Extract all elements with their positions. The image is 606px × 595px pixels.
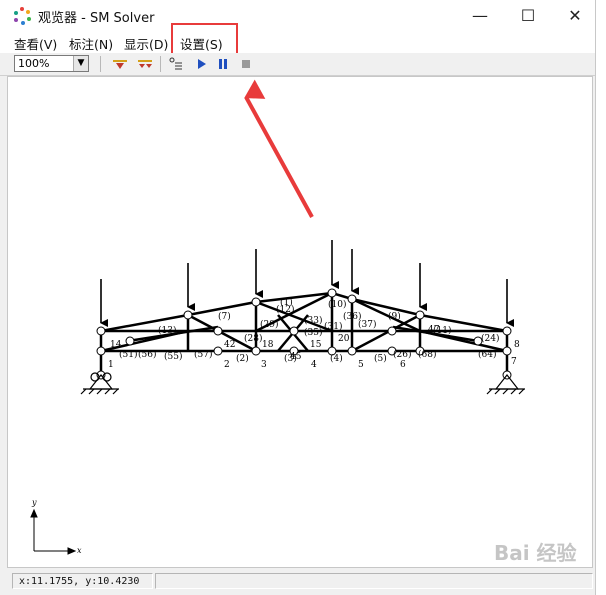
toolbar: 100% ▼ (0, 53, 595, 76)
pause-icon[interactable] (214, 55, 232, 73)
member-label: (33) (304, 315, 322, 326)
member-label: (26) (393, 349, 411, 360)
x-axis-label: x (77, 546, 82, 555)
node-label: 14 (110, 340, 122, 350)
node-label: 18 (262, 340, 274, 350)
watermark: Bai 经验 (494, 541, 577, 565)
background-window-edge (596, 0, 606, 595)
member-label: (9) (388, 311, 401, 322)
menu-display[interactable]: 显示(D) (124, 34, 168, 53)
load-up-icon[interactable] (111, 55, 129, 73)
member-label: (1) (280, 297, 293, 308)
node-label: 20 (338, 334, 350, 344)
status-panel (155, 573, 593, 589)
node-label: 5 (358, 360, 364, 370)
app-window: 观览器 - SM Solver — ☐ ✕ 查看(V) 标注(N) 显示(D) … (0, 0, 596, 595)
node-label: 3 (261, 360, 267, 370)
menu-annotate[interactable]: 标注(N) (69, 34, 113, 53)
member-label: (29) (260, 319, 278, 330)
title-bar[interactable]: 观览器 - SM Solver — ☐ ✕ (0, 0, 595, 31)
member-label: (10) (328, 299, 346, 310)
stop-icon[interactable] (237, 55, 255, 73)
maximize-button[interactable]: ☐ (505, 0, 551, 31)
app-logo-icon (14, 7, 31, 25)
cursor-coordinates: x:11.1755, y:10.4230 (12, 573, 153, 589)
annotation-arrow (244, 79, 314, 218)
menu-bar: 查看(V) 标注(N) 显示(D) 设置(S) (0, 31, 595, 53)
member-label: (5) (374, 353, 387, 364)
member-label: (13) (158, 325, 176, 336)
load-down-icon[interactable] (136, 55, 154, 73)
minimize-icon: — (472, 6, 488, 25)
member-label: (55) (164, 351, 182, 362)
zoom-select[interactable]: 100% ▼ (14, 55, 89, 72)
window-title: 观览器 - SM Solver (38, 11, 155, 26)
zoom-value: 100% (18, 57, 50, 70)
node-label: 7 (511, 357, 517, 367)
chevron-down-icon[interactable]: ▼ (73, 56, 88, 71)
member-label: (57) (194, 349, 212, 360)
supports (80, 372, 525, 395)
member-label: (56) (138, 349, 156, 360)
step-list-icon[interactable] (167, 55, 185, 73)
node-label: 6 (400, 360, 406, 370)
y-axis-label: y (31, 498, 37, 507)
coordinate-axes: y x (30, 498, 82, 555)
member-label: (2) (236, 353, 249, 364)
member-label: (4) (330, 353, 343, 364)
diagram-labels: 1 2 3 4 5 6 7 8 14 15 18 20 42 45 47 (12… (108, 297, 520, 370)
close-icon: ✕ (568, 6, 582, 25)
node-label: 42 (224, 340, 235, 350)
toolbar-separator (100, 56, 101, 72)
status-bar: x:11.1755, y:10.4230 (0, 570, 595, 595)
member-label: (64) (478, 349, 496, 360)
member-label: (3) (284, 353, 297, 364)
minimize-button[interactable]: — (457, 0, 503, 31)
member-label: (24) (481, 333, 499, 344)
truss-diagram: 1 2 3 4 5 6 7 8 14 15 18 20 42 45 47 (12… (30, 79, 525, 555)
member-label: (68) (418, 349, 436, 360)
menu-view[interactable]: 查看(V) (14, 34, 57, 53)
maximize-icon: ☐ (520, 6, 536, 25)
play-icon[interactable] (192, 55, 210, 73)
node-label: 1 (108, 360, 114, 370)
node-label: 2 (224, 360, 230, 370)
member-label: (28) (244, 333, 262, 344)
close-button[interactable]: ✕ (552, 0, 598, 31)
member-label: (31) (324, 321, 342, 332)
node-label: 8 (514, 340, 520, 350)
node-label: 4 (311, 360, 317, 370)
member-label: (7) (218, 311, 231, 322)
member-label: (11) (433, 325, 451, 336)
toolbar-separator (160, 56, 161, 72)
node-label: 15 (310, 340, 322, 350)
structure-canvas[interactable]: 1 2 3 4 5 6 7 8 14 15 18 20 42 45 47 (12… (7, 76, 593, 568)
load-arrows (100, 240, 514, 327)
member-label: (36) (343, 311, 361, 322)
member-label: (35) (304, 327, 322, 338)
member-label: (51) (119, 349, 137, 360)
